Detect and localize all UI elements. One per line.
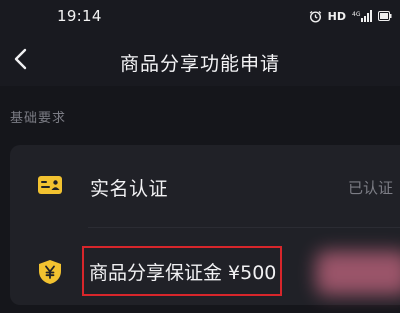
shield-yen-icon [39,260,61,284]
row-divider [88,227,400,228]
network-label: 4G [352,11,361,18]
section-label: 基础要求 [10,111,67,126]
signal-icon: 4G [352,10,372,22]
requirement-row-deposit[interactable]: 商品分享保证金 ¥500 [10,233,400,313]
status-time: 19:14 [57,7,102,25]
page-title: 商品分享功能申请 [119,53,280,75]
nav-bar: 商品分享功能申请 [0,34,400,86]
requirement-row-identity[interactable]: 实名认证 已认证 [10,145,400,225]
battery-icon [378,11,392,21]
requirement-label: 商品分享保证金 ¥500 [89,262,277,284]
status-bar: 19:14 HD 4G [0,0,400,34]
status-badge: 已认证 [348,179,394,197]
requirements-card: 实名认证 已认证 商品分享保证金 ¥500 [10,145,400,305]
alarm-icon [309,10,321,23]
requirement-label: 实名认证 [90,178,169,200]
hd-badge: HD [327,9,346,23]
blurred-status [316,251,400,295]
status-icons: HD 4G [309,8,392,24]
id-card-icon [38,176,62,194]
